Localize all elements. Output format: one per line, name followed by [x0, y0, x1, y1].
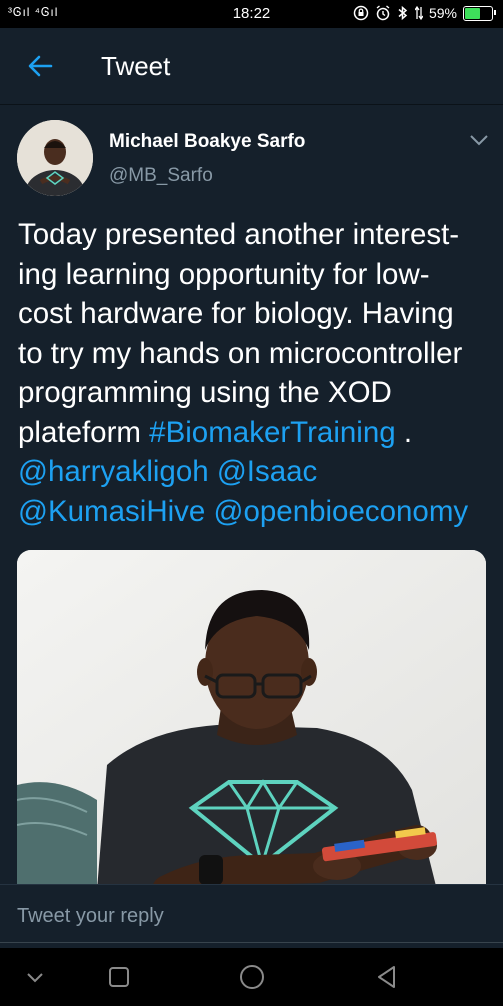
- top-app-bar: Tweet: [0, 28, 503, 105]
- tweet-text-line: to try my hands on microcontroller: [18, 336, 463, 370]
- arrow-left-icon[interactable]: [24, 50, 56, 82]
- recent-apps-icon[interactable]: [104, 962, 134, 992]
- data-arrows-icon: [414, 5, 423, 21]
- chevron-down-icon[interactable]: [466, 132, 492, 148]
- tweet-text-line: programming using the XOD: [18, 376, 392, 409]
- mention-links[interactable]: @KumasiHive @openbioeconomy: [18, 492, 488, 532]
- tweet-photo[interactable]: [17, 550, 486, 890]
- avatar[interactable]: [17, 120, 93, 196]
- tweet-text-line: cost hardware for biology. Having: [18, 297, 454, 330]
- tweet-text-segment: .: [395, 415, 413, 449]
- photo-image: [17, 550, 486, 890]
- page-title: Tweet: [101, 51, 171, 81]
- battery-level: [465, 7, 480, 19]
- home-icon[interactable]: [237, 962, 267, 992]
- lock-rotate-icon: [353, 5, 369, 21]
- system-navigation-bar: [0, 948, 503, 1006]
- tweet-text-line-hashtag: plateform #BiomakerTraining .: [18, 413, 488, 453]
- back-triangle-icon[interactable]: [372, 962, 402, 992]
- battery-percent: 59%: [428, 5, 457, 21]
- battery-icon: [463, 5, 496, 21]
- avatar-image: [17, 120, 93, 196]
- mention-links[interactable]: @harryakligoh @Isaac: [18, 452, 488, 492]
- status-bar: ³Ꮆıl ⁴Ꮆıl 18:22 59%: [0, 0, 503, 28]
- tweet-text-line: ing learning opportunity for low-: [18, 257, 430, 291]
- tweet-text-line: Today presented another interest-: [18, 218, 460, 251]
- hashtag-link[interactable]: #BiomakerTraining: [149, 416, 396, 449]
- reply-underline: [0, 942, 503, 943]
- tweet-text: Today presented another interest- ing le…: [18, 215, 488, 531]
- reply-input[interactable]: Tweet your reply: [17, 905, 164, 928]
- reply-bar: Tweet your reply: [0, 884, 503, 949]
- status-right-group: 59%: [353, 5, 496, 21]
- alarm-icon: [376, 5, 390, 21]
- bluetooth-icon: [398, 5, 408, 21]
- tweet-text-segment: plateform: [18, 415, 150, 449]
- author-name[interactable]: Michael Boakye Sarfo: [109, 131, 305, 153]
- hide-keyboard-icon[interactable]: [20, 962, 50, 992]
- author-handle[interactable]: @MB_Sarfo: [109, 165, 213, 187]
